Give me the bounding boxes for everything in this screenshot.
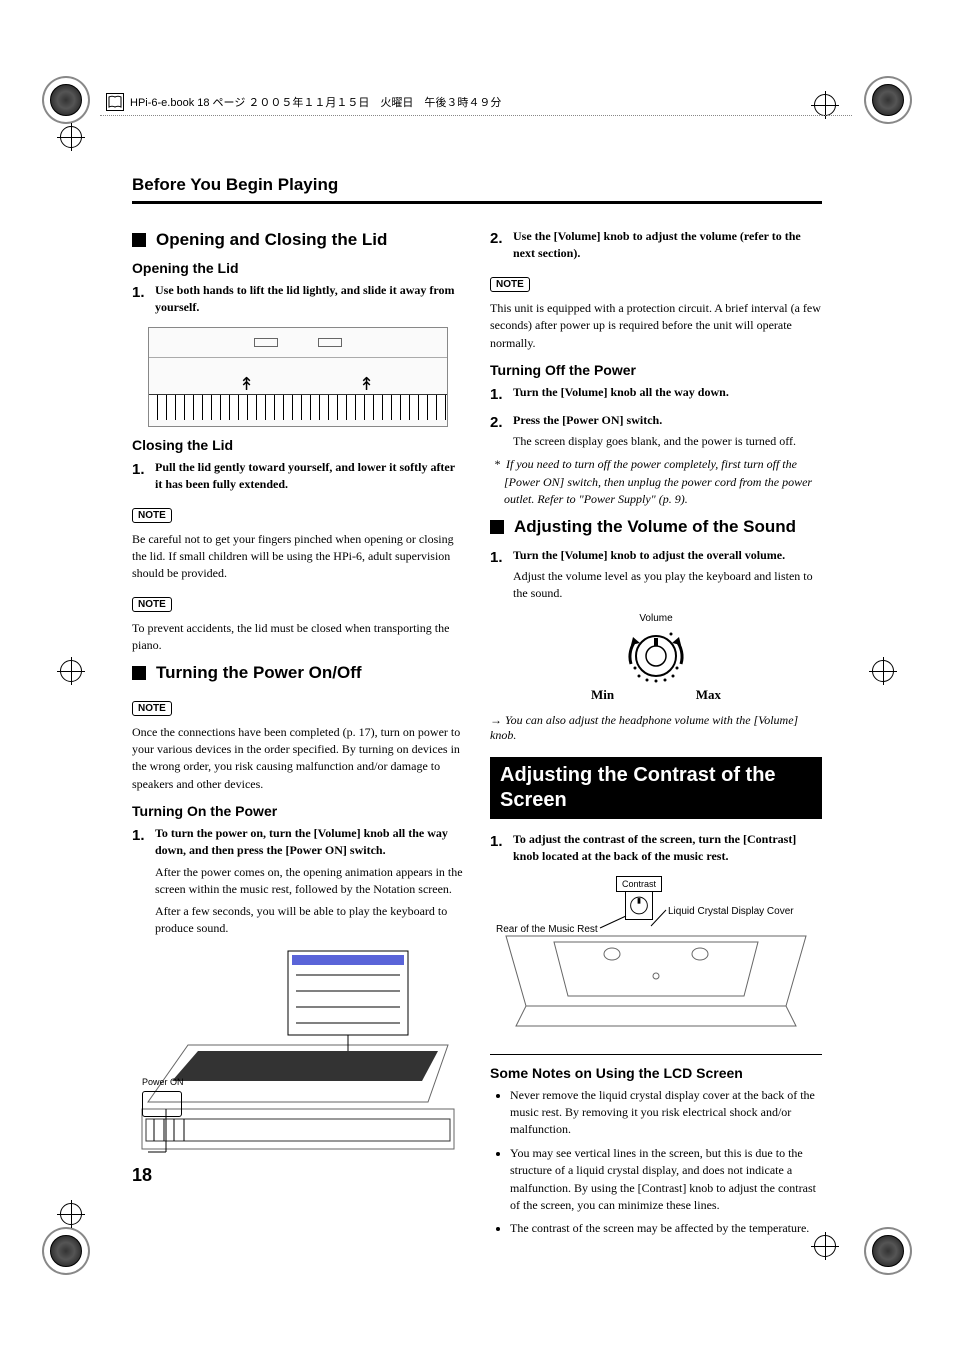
sect-title: Adjusting the Volume of the Sound	[514, 517, 796, 537]
note-tag: NOTE	[132, 597, 172, 612]
square-bullet-icon	[490, 520, 504, 534]
step-off-volume-down: 1. Turn the [Volume] knob all the way do…	[490, 384, 822, 406]
sect-adjust-contrast: Adjusting the Contrast of the Screen	[490, 757, 822, 819]
sect-power-onoff: Turning the Power On/Off	[132, 663, 464, 683]
sub-turning-off: Turning Off the Power	[490, 362, 822, 378]
note-protection-circuit: This unit is equipped with a protection …	[490, 300, 822, 352]
lcd-note-1: Never remove the liquid crystal display …	[510, 1087, 822, 1139]
volume-knob-icon	[591, 624, 721, 684]
reg-mark-left-mid	[60, 660, 82, 682]
note-transport: To prevent accidents, the lid must be cl…	[132, 620, 464, 655]
fig-contrast: Rear of the Music Rest Contrast Liquid C…	[490, 876, 822, 1036]
book-icon	[106, 93, 124, 111]
sect-title: Opening and Closing the Lid	[156, 230, 387, 250]
step-close-lid: 1. Pull the lid gently toward yourself, …	[132, 459, 464, 494]
sect-title: Turning the Power On/Off	[156, 663, 362, 683]
music-rest-rear-icon	[496, 876, 816, 1036]
sub-opening-lid: Opening the Lid	[132, 260, 464, 276]
right-column: 2. Use the [Volume] knob to adjust the v…	[490, 222, 822, 1244]
fig-open-lid: ↟ ↟	[132, 327, 464, 427]
header-text: HPi-6-e.book 18 ページ ２００５年１１月１５日 火曜日 午後３時…	[130, 94, 501, 110]
step-off-press-switch: 2. Press the [Power ON] switch. The scre…	[490, 412, 822, 451]
note-tag: NOTE	[132, 508, 172, 523]
lcd-notes-list: Never remove the liquid crystal display …	[490, 1087, 822, 1238]
section-rule	[490, 1054, 822, 1055]
fig-label-min: Min	[591, 687, 614, 703]
square-bullet-icon	[132, 233, 146, 247]
step-adjust-volume: 2. Use the [Volume] knob to adjust the v…	[490, 228, 822, 263]
note-connection-order: Once the connections have been completed…	[132, 724, 464, 794]
square-bullet-icon	[132, 666, 146, 680]
fig-label-power-on: Power ON	[142, 1077, 184, 1087]
note-unplug: * If you need to turn off the power comp…	[504, 456, 822, 508]
step-power-on: 1. To turn the power on, turn the [Volum…	[132, 825, 464, 937]
note-pinched-fingers: Be careful not to get your fingers pinch…	[132, 531, 464, 583]
sub-lcd-notes: Some Notes on Using the LCD Screen	[490, 1065, 822, 1081]
lcd-note-2: You may see vertical lines in the screen…	[510, 1145, 822, 1215]
reg-mark-right-mid	[872, 660, 894, 682]
page-content: Before You Begin Playing Opening and Clo…	[132, 175, 822, 1244]
note-headphone-volume: → You can also adjust the headphone volu…	[490, 713, 822, 743]
crop-mark-br	[872, 1235, 904, 1267]
crop-mark-bl	[50, 1235, 82, 1267]
fig-label-volume: Volume	[591, 613, 721, 624]
running-head: Before You Begin Playing	[132, 175, 822, 204]
header-rule	[100, 115, 852, 116]
sect-adjust-volume: Adjusting the Volume of the Sound	[490, 517, 822, 537]
fig-volume-knob: Volume Min Ma	[490, 613, 822, 703]
note-tag: NOTE	[132, 701, 172, 716]
sect-opening-closing-lid: Opening and Closing the Lid	[132, 230, 464, 250]
reg-mark-left-bot	[60, 1203, 82, 1225]
piano-with-screen-icon	[138, 947, 458, 1157]
header-bar: HPi-6-e.book 18 ページ ２００５年１１月１５日 火曜日 午後３時…	[106, 92, 846, 112]
step-turn-contrast-knob: 1. To adjust the contrast of the screen,…	[490, 831, 822, 866]
reg-mark-left-top	[60, 126, 82, 148]
crop-mark-tl	[50, 84, 82, 116]
fig-label-max: Max	[696, 687, 721, 703]
sub-closing-lid: Closing the Lid	[132, 437, 464, 453]
step-open-lid: 1. Use both hands to lift the lid lightl…	[132, 282, 464, 317]
crop-mark-tr	[872, 84, 904, 116]
fig-power-on: Power ON	[132, 947, 464, 1157]
lcd-note-3: The contrast of the screen may be affect…	[510, 1220, 822, 1237]
page-number: 18	[132, 1165, 152, 1244]
step-turn-volume-knob: 1. Turn the [Volume] knob to adjust the …	[490, 547, 822, 603]
left-column: Opening and Closing the Lid Opening the …	[132, 222, 464, 1244]
sub-turning-on: Turning On the Power	[132, 803, 464, 819]
note-tag: NOTE	[490, 277, 530, 292]
